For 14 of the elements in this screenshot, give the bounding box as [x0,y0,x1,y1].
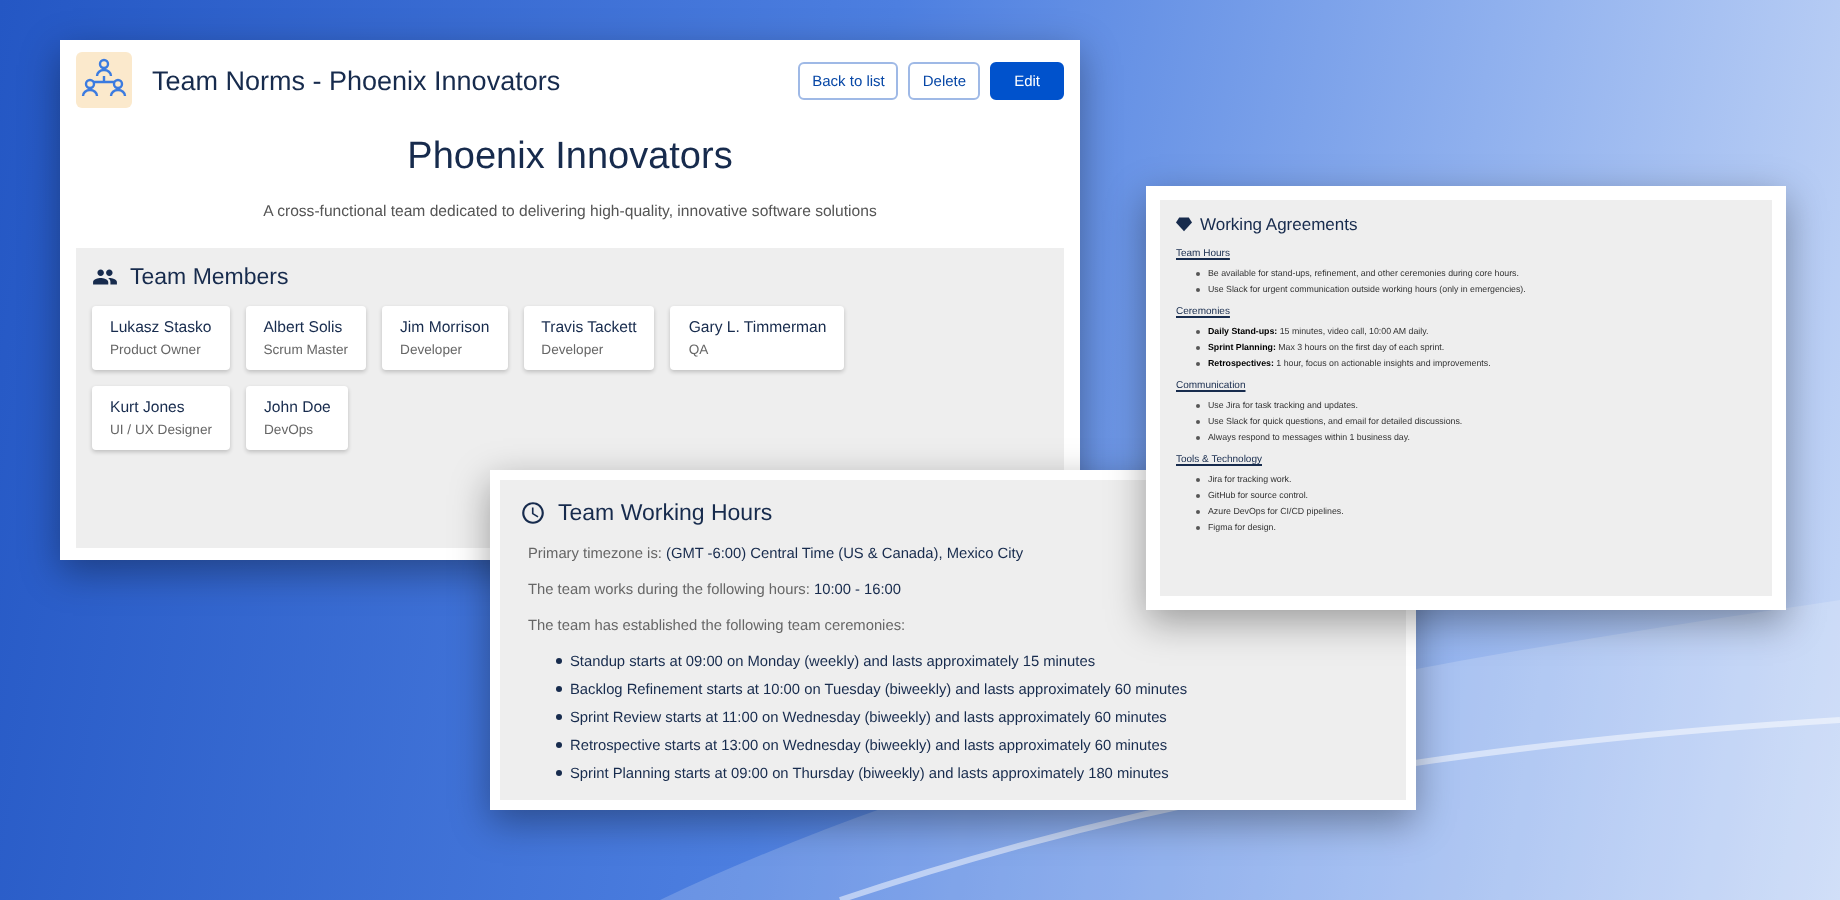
section-title: Team Working Hours [558,501,773,525]
page-title: Team Norms - Phoenix Innovators [152,65,563,95]
bullet-icon [556,686,562,692]
people-icon [92,264,118,290]
team-name: Phoenix Innovators [405,136,735,180]
team-network-icon [76,52,132,108]
diamond-icon [1176,216,1192,232]
section-title: Working Agreements [1200,214,1358,234]
section-title: Team Members [130,265,289,289]
bullet-icon [556,658,562,664]
clock-icon [520,500,546,526]
bullet-icon [556,714,562,720]
bullet-icon [556,742,562,748]
bullet-icon [556,770,562,776]
